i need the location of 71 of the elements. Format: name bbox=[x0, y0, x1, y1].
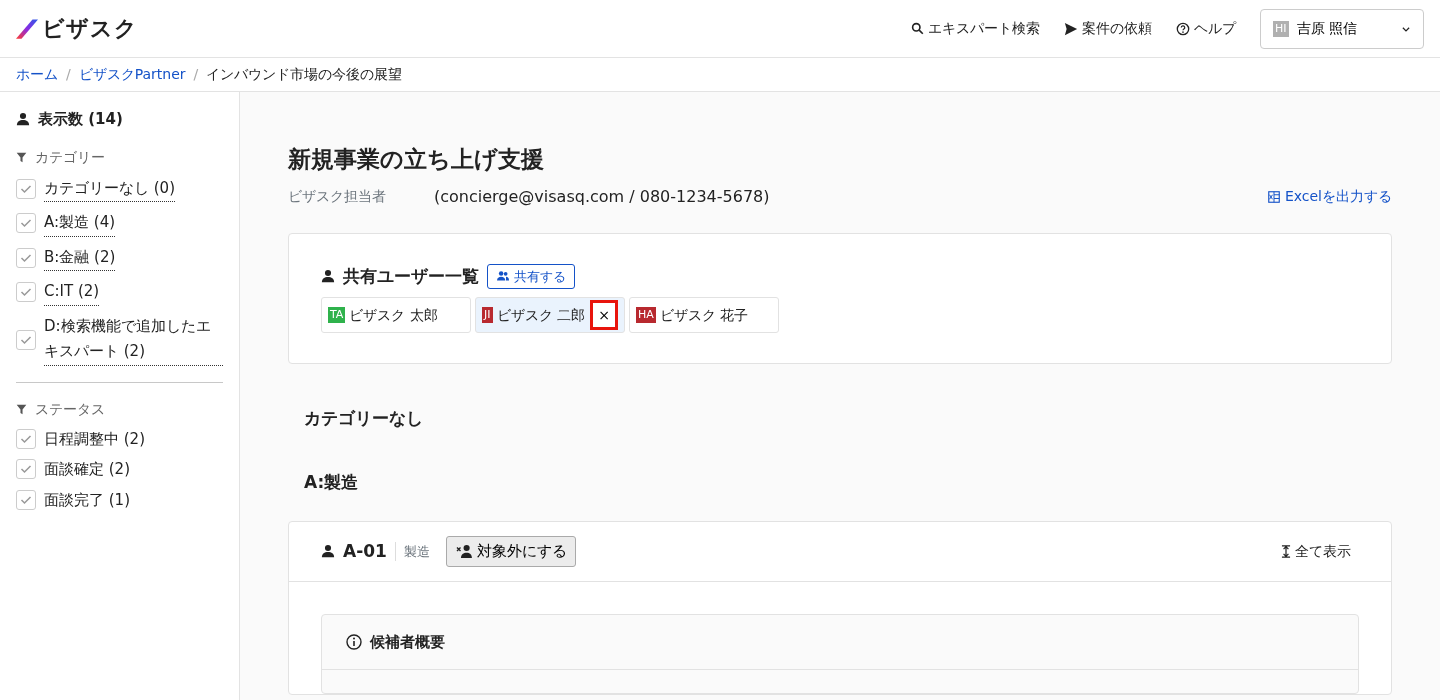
avatar: HA bbox=[636, 307, 656, 323]
user-name: ビザスク 二郎 bbox=[496, 305, 585, 325]
exclude-button[interactable]: 対象外にする bbox=[445, 536, 576, 567]
expand-icon bbox=[1281, 544, 1291, 558]
filter-group-title: ステータス bbox=[35, 399, 105, 419]
help-icon bbox=[1176, 21, 1190, 36]
logo-text: ビザスク bbox=[42, 15, 138, 43]
share-title: 共有ユーザー一覧 bbox=[343, 264, 479, 288]
breadcrumb-separator: / bbox=[193, 65, 199, 84]
checkbox[interactable] bbox=[16, 329, 36, 350]
filter-label: D:検索機能で追加したエキスパート (2) bbox=[44, 313, 223, 366]
checkbox[interactable] bbox=[16, 459, 36, 480]
user-chip[interactable]: JI ビザスク 二郎 × bbox=[475, 297, 625, 333]
breadcrumb-link[interactable]: ビザスクPartner bbox=[78, 64, 186, 85]
checkbox[interactable] bbox=[16, 428, 36, 449]
filter-group-title: カテゴリー bbox=[35, 147, 105, 167]
person-icon bbox=[16, 112, 30, 127]
user-name: ビザスク 太郎 bbox=[349, 305, 438, 325]
search-icon bbox=[911, 22, 924, 35]
checkbox[interactable] bbox=[16, 282, 36, 303]
checkbox[interactable] bbox=[16, 489, 36, 510]
nav-link[interactable]: 案件の依頼 bbox=[1064, 18, 1152, 39]
expert-category: 製造 bbox=[394, 541, 438, 561]
filter-label: B:金融 (2) bbox=[44, 244, 116, 271]
user-menu[interactable]: HI 吉原 照信 bbox=[1260, 8, 1424, 49]
people-icon bbox=[496, 270, 510, 283]
filter-icon bbox=[16, 151, 27, 163]
filter-label: カテゴリーなし (0) bbox=[44, 175, 175, 202]
avatar: TA bbox=[328, 307, 346, 323]
breadcrumb-separator: / bbox=[66, 65, 71, 84]
share-button[interactable]: 共有する bbox=[487, 263, 575, 289]
avatar: HI bbox=[1273, 20, 1289, 37]
checkbox[interactable] bbox=[16, 247, 36, 268]
filter-label: A:製造 (4) bbox=[44, 210, 116, 237]
contact-label: ビザスク担当者 bbox=[288, 187, 386, 206]
show-all-link[interactable]: 全て表示 bbox=[1281, 540, 1351, 562]
panel-title: 候補者概要 bbox=[370, 631, 445, 653]
user-name: 吉原 照信 bbox=[1296, 19, 1357, 38]
avatar: JI bbox=[482, 307, 493, 323]
user-chip[interactable]: TA ビザスク 太郎 bbox=[321, 297, 471, 333]
section-heading: カテゴリーなし bbox=[303, 407, 424, 430]
nav-link[interactable]: ヘルプ bbox=[1176, 18, 1236, 39]
filter-icon bbox=[16, 403, 27, 415]
count-label: 表示数 (14) bbox=[38, 109, 123, 130]
check-icon bbox=[20, 286, 32, 299]
page-title: 新規事業の立ち上げ支援 bbox=[288, 145, 545, 174]
filter-label: 面談完了 (1) bbox=[44, 489, 130, 511]
remove-button[interactable]: × bbox=[590, 300, 618, 330]
spreadsheet-icon bbox=[1266, 190, 1281, 203]
check-icon bbox=[20, 463, 32, 476]
user-name: ビザスク 花子 bbox=[659, 305, 749, 325]
filter-label: 面談確定 (2) bbox=[44, 459, 130, 480]
check-icon bbox=[20, 217, 32, 230]
contact-info: (concierge@visasq.com / 080-1234-5678) bbox=[434, 185, 770, 208]
breadcrumb-current: インバウンド市場の今後の展望 bbox=[206, 65, 403, 84]
export-link[interactable]: Excelを出力する bbox=[1266, 186, 1392, 207]
checkbox[interactable] bbox=[16, 178, 36, 199]
filter-label: 日程調整中 (2) bbox=[44, 428, 145, 450]
person-icon bbox=[321, 544, 335, 559]
section-heading: A:製造 bbox=[303, 470, 360, 494]
user-chip[interactable]: HA ビザスク 花子 bbox=[629, 297, 779, 333]
filter-label: C:IT (2) bbox=[44, 279, 100, 306]
logo-slash-icon bbox=[16, 17, 38, 40]
person-icon bbox=[321, 269, 335, 284]
send-icon bbox=[1064, 21, 1078, 36]
nav-link[interactable]: エキスパート検索 bbox=[911, 18, 1040, 39]
breadcrumb-link[interactable]: ホーム bbox=[16, 64, 58, 85]
checkbox[interactable] bbox=[16, 213, 36, 234]
person-remove-icon bbox=[454, 544, 473, 559]
info-icon bbox=[346, 633, 362, 650]
expert-id: A-01 bbox=[343, 539, 387, 563]
